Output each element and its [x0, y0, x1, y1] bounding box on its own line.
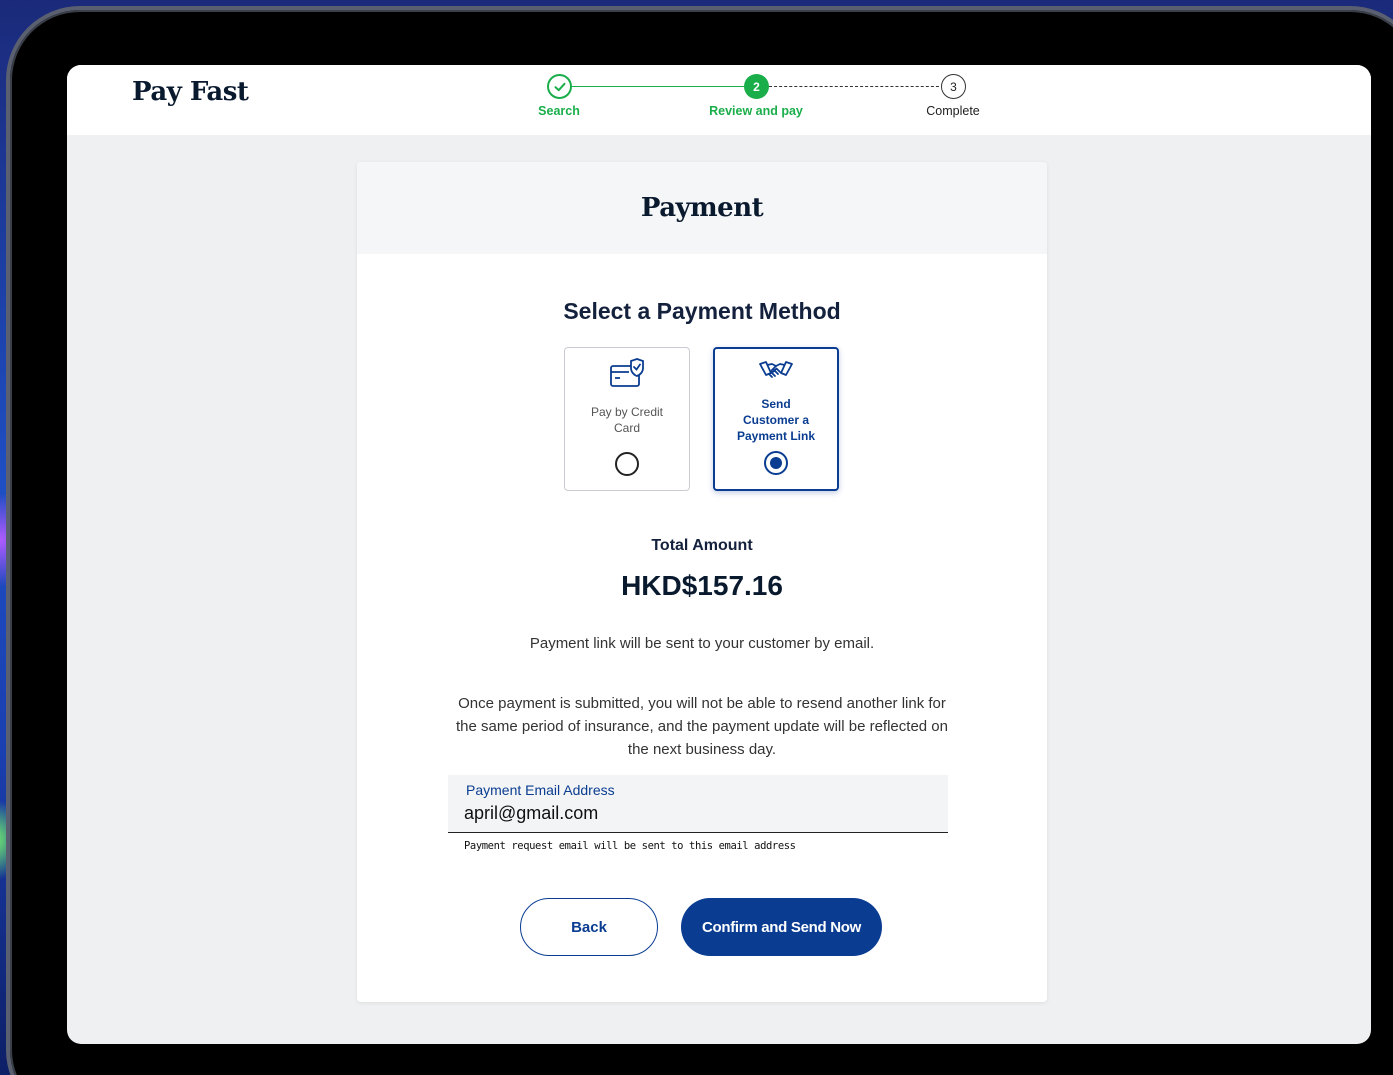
- total-amount-value: HKD$157.16: [621, 570, 783, 601]
- step-label-search: Search: [538, 104, 580, 118]
- policy-notice: Once payment is submitted, you will not …: [456, 695, 948, 758]
- step-label-review: Review and pay: [709, 104, 803, 118]
- option-payment-link[interactable]: Send Customer a Payment Link: [713, 347, 839, 491]
- email-notice: Payment link will be sent to your custom…: [529, 635, 875, 652]
- back-button[interactable]: Back: [520, 898, 658, 956]
- confirm-send-button[interactable]: Confirm and Send Now: [681, 898, 882, 956]
- step-2-marker: 2: [744, 74, 769, 99]
- progress-stepper: 2 3 Search Review and pay Complete: [507, 73, 1007, 123]
- option-payment-link-label: Send Customer a Payment Link: [736, 397, 816, 443]
- email-helper-text: Payment request email will be sent to th…: [464, 840, 796, 852]
- step-3-marker: 3: [941, 74, 966, 99]
- card-header: Payment: [357, 162, 1047, 254]
- radio-credit-card[interactable]: [615, 452, 639, 476]
- total-amount-label: Total Amount: [651, 537, 753, 554]
- tablet-frame: Pay Fast 2 3 Search Review and pay Compl…: [10, 10, 1393, 1075]
- page-title: Payment: [640, 193, 764, 223]
- email-input[interactable]: [464, 801, 924, 825]
- brand-logo: Pay Fast: [132, 77, 249, 107]
- method-heading: Select a Payment Method: [563, 298, 841, 324]
- option-credit-card[interactable]: Pay by Credit Card: [564, 347, 690, 491]
- step-connector-pending: [769, 86, 944, 87]
- email-field[interactable]: Payment Email Address: [448, 775, 948, 833]
- radio-payment-link[interactable]: [764, 451, 788, 475]
- handshake-icon: [758, 359, 794, 390]
- step-label-complete: Complete: [926, 104, 980, 118]
- credit-card-shield-icon: [609, 358, 645, 395]
- top-bar: Pay Fast 2 3 Search Review and pay Compl…: [67, 65, 1371, 135]
- step-1-check-icon: [547, 74, 572, 99]
- email-field-label: Payment Email Address: [466, 782, 615, 798]
- step-connector-done: [572, 86, 757, 87]
- option-credit-card-label: Pay by Credit Card: [590, 405, 664, 435]
- payment-card: Payment Select a Payment Method Pay by C…: [357, 162, 1047, 1002]
- app-screen: Pay Fast 2 3 Search Review and pay Compl…: [67, 65, 1371, 1044]
